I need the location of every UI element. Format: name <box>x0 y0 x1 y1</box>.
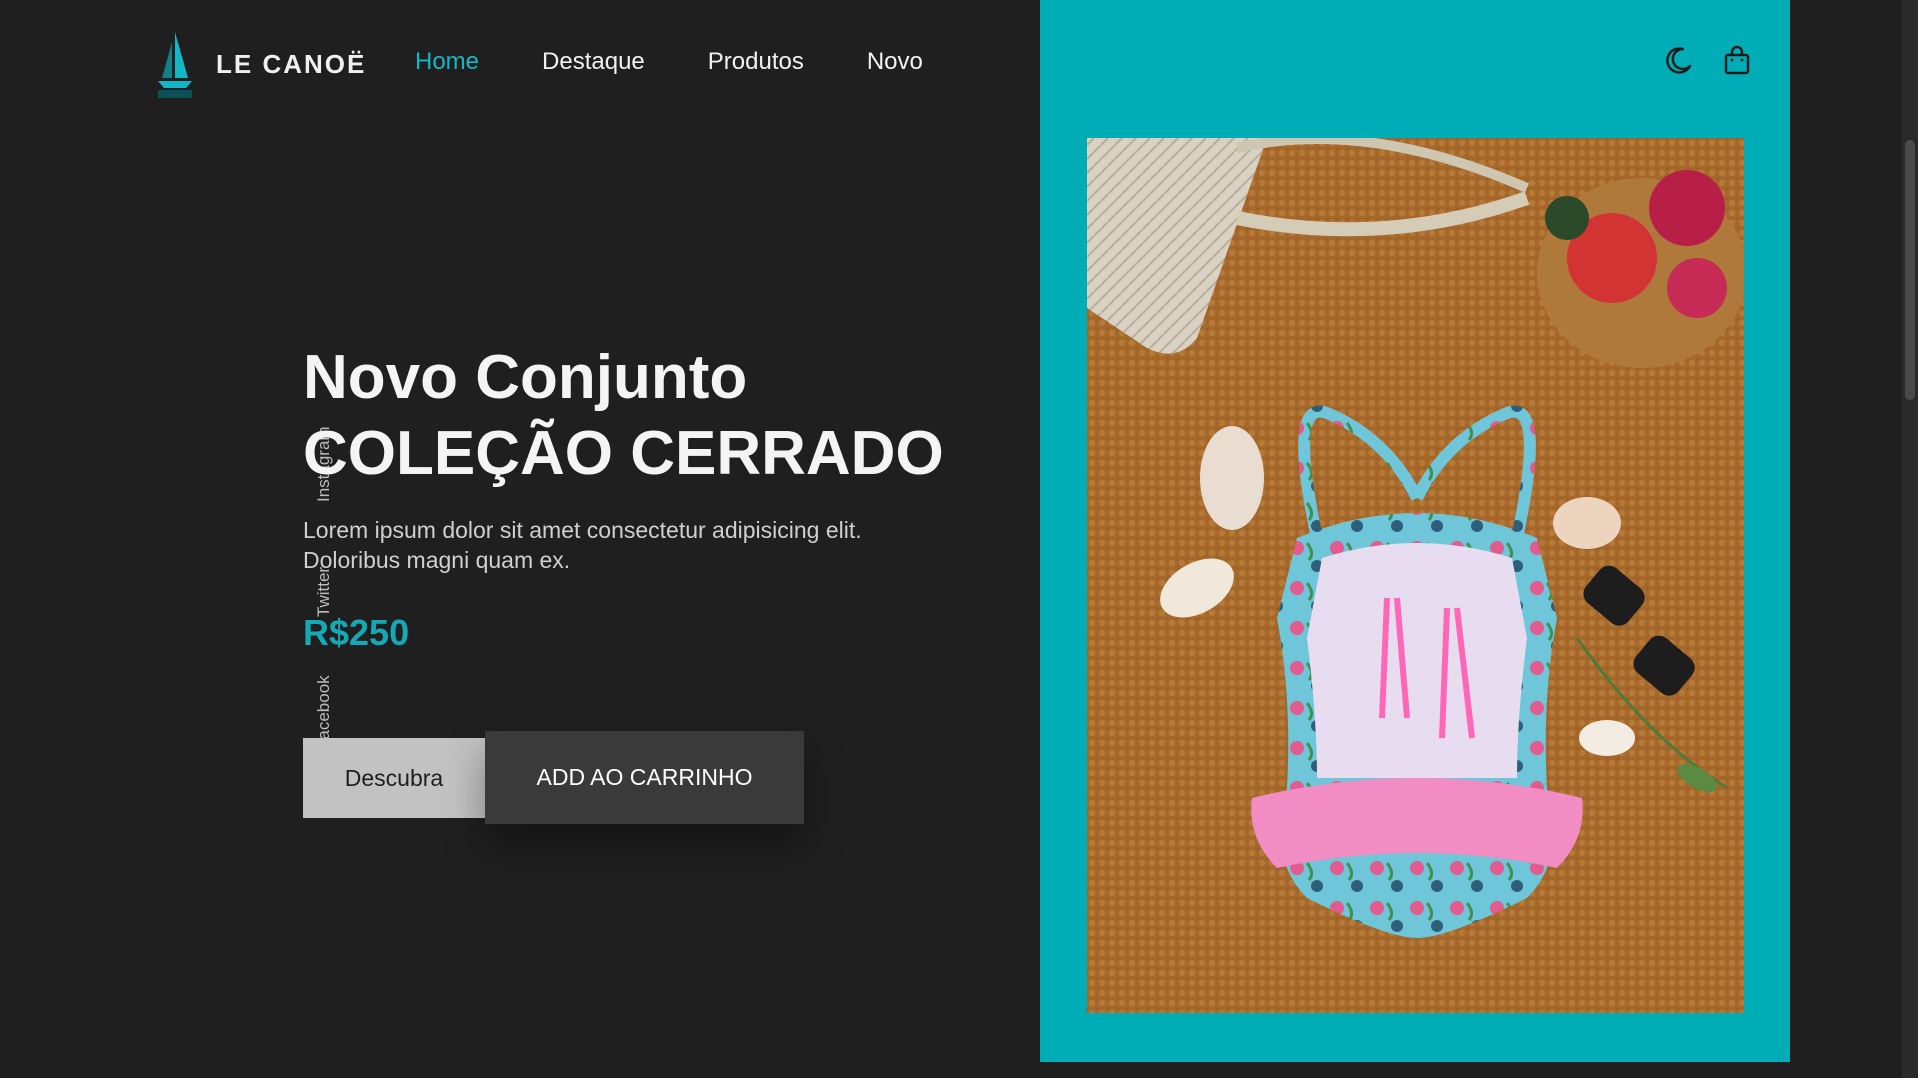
page: LE CANOË Home Destaque Produtos Novo Ins… <box>0 0 1918 1078</box>
hero-title-line2: COLEÇÃO CERRADO <box>303 419 944 488</box>
moon-icon[interactable] <box>1665 44 1693 76</box>
scrollbar-thumb[interactable] <box>1905 140 1915 400</box>
nav-item-home[interactable]: Home <box>415 48 479 76</box>
main-nav: Home Destaque Produtos Novo <box>415 48 923 76</box>
shopping-bag-icon[interactable] <box>1723 44 1751 76</box>
discover-button[interactable]: Descubra <box>303 738 485 818</box>
brand-logo[interactable]: LE CANOË <box>150 28 366 100</box>
nav-item-destaque[interactable]: Destaque <box>542 48 645 76</box>
nav-item-produtos[interactable]: Produtos <box>708 48 804 76</box>
hero-title-line1: Novo Conjunto <box>303 343 748 412</box>
social-links: Instagram Twitter Facebook <box>150 410 333 760</box>
nav-item-novo[interactable]: Novo <box>867 48 923 76</box>
brand-name: LE CANOË <box>216 48 367 79</box>
hero-description: Lorem ipsum dolor sit amet consectetur a… <box>303 517 862 573</box>
product-image <box>1087 138 1744 1013</box>
hero-title: Novo Conjunto COLEÇÃO CERRADO <box>303 340 944 492</box>
header-actions <box>1665 44 1751 76</box>
sailboat-icon <box>150 28 200 100</box>
product-price: R$250 <box>303 612 410 653</box>
add-to-cart-button[interactable]: ADD AO CARRINHO <box>485 731 804 824</box>
